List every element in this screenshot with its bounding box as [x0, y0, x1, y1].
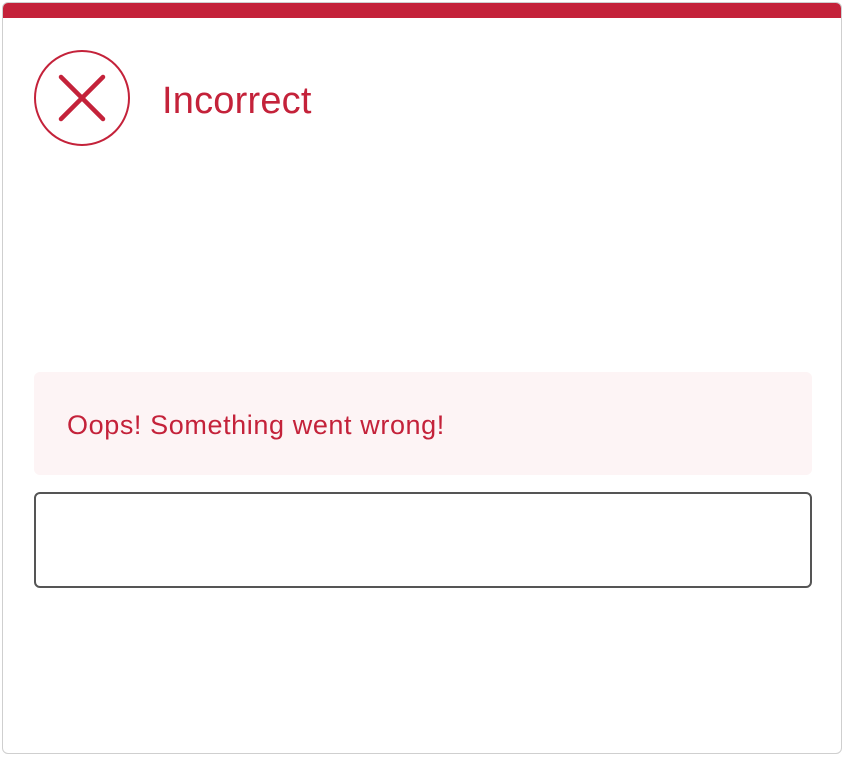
- status-title: Incorrect: [162, 80, 312, 122]
- status-bar: [3, 3, 841, 18]
- result-card: Incorrect Oops! Something went wrong!: [2, 2, 842, 754]
- x-circle-icon: [33, 49, 131, 147]
- feedback-message: Oops! Something went wrong!: [67, 410, 445, 440]
- answer-input[interactable]: [34, 492, 812, 588]
- feedback-box: Oops! Something went wrong!: [34, 372, 812, 475]
